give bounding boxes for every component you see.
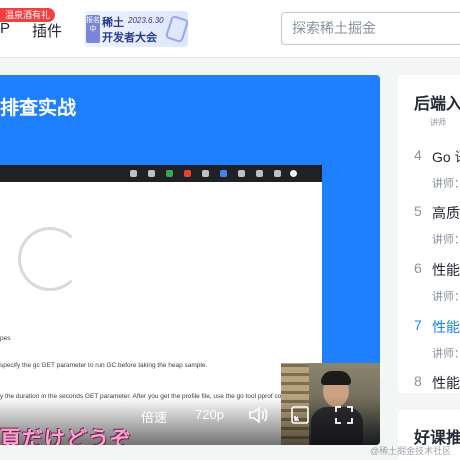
lesson-item[interactable]: 6 性能优 讲师：	[398, 260, 460, 316]
conference-date: 2023.6.30	[128, 16, 164, 25]
toolbar-icon	[166, 170, 173, 177]
toolbar-icon	[256, 170, 263, 177]
lesson-number: 4	[414, 147, 422, 163]
video-title: 排查实战	[0, 98, 77, 119]
toolbar-icon	[130, 170, 137, 177]
lesson-name: 高质量	[432, 205, 460, 221]
loading-spinner-icon	[18, 227, 82, 291]
doc-line: specify the gc GET parameter to run GC b…	[0, 362, 208, 369]
watermark: @稀土掘金技术社区	[370, 446, 452, 456]
conference-title-line2: 开发者大会	[102, 32, 157, 44]
browser-toolbar	[0, 165, 322, 182]
lesson-name: 性能优	[432, 262, 460, 278]
doc-line: pes	[0, 335, 11, 342]
toolbar-icon	[220, 170, 227, 177]
toolbar-icon	[238, 170, 245, 177]
lesson-teacher: 讲师：	[432, 348, 460, 360]
top-navbar: 温泉酒有礼 P 插件 报名中 稀土 2023.6.30 开发者大会	[0, 0, 460, 58]
toolbar-icon	[148, 170, 155, 177]
lesson-number: 6	[414, 260, 422, 276]
outline-peek-text: 讲师	[430, 118, 446, 127]
lesson-teacher: 讲师：	[432, 234, 460, 246]
lesson-name: 性能调	[432, 375, 460, 391]
toolbar-icon	[202, 170, 209, 177]
lesson-name: 性能优	[432, 319, 460, 335]
lesson-item[interactable]: 8 性能调	[398, 373, 460, 393]
quality-button[interactable]: 720p	[195, 407, 224, 422]
search-input[interactable]	[292, 20, 452, 36]
outline-title: 后端入	[414, 96, 460, 113]
lesson-teacher: 讲师：	[432, 178, 460, 190]
lesson-item-active[interactable]: 7 性能优 讲师：	[398, 317, 460, 373]
nav-item-plugin[interactable]: 插件	[32, 20, 62, 41]
toolbar-icon	[274, 170, 281, 177]
lesson-number: 5	[414, 203, 422, 219]
lesson-name: Go 语	[432, 149, 460, 165]
picture-in-picture-icon[interactable]	[289, 404, 311, 426]
conference-title-line1: 稀土	[102, 17, 124, 29]
lesson-item[interactable]: 4 Go 语 讲师：	[398, 147, 460, 203]
course-outline-card: 后端入 讲师 4 Go 语 讲师： 5 高质量 讲师： 6 性能优 讲师： 7 …	[398, 75, 460, 393]
speed-button[interactable]: 倍速	[141, 407, 167, 426]
lesson-number: 7	[414, 317, 422, 333]
conference-deco-icon	[164, 14, 188, 44]
lesson-teacher: 讲师：	[432, 291, 460, 303]
presenter-hair	[321, 371, 351, 385]
lesson-item[interactable]: 5 高质量 讲师：	[398, 203, 460, 259]
nav-item-partial[interactable]: P	[0, 20, 10, 37]
toolbar-icon	[184, 170, 191, 177]
search-box[interactable]	[281, 12, 460, 45]
signup-tag: 报名中	[86, 15, 100, 43]
fullscreen-icon[interactable]	[333, 404, 355, 426]
video-subtitle: 頁だけどうぞ	[0, 428, 132, 445]
conference-banner[interactable]: 报名中 稀土 2023.6.30 开发者大会	[84, 11, 188, 47]
volume-icon[interactable]	[247, 404, 269, 426]
lesson-number: 8	[414, 373, 422, 389]
profile-avatar-icon	[290, 170, 297, 177]
video-player[interactable]: 排查实战 pes specify the gc GET parameter to…	[0, 75, 380, 445]
